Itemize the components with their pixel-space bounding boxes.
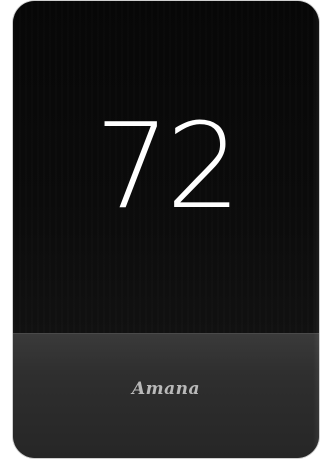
brand-logo: Amana — [131, 379, 201, 399]
temperature-readout: 72 — [94, 97, 241, 235]
thermostat-base: Amana — [13, 333, 319, 458]
edge-highlight — [313, 1, 319, 458]
thermostat: 72 Amana — [13, 1, 319, 458]
display-screen: 72 — [13, 1, 319, 333]
stage: 72 Amana — [0, 0, 332, 460]
